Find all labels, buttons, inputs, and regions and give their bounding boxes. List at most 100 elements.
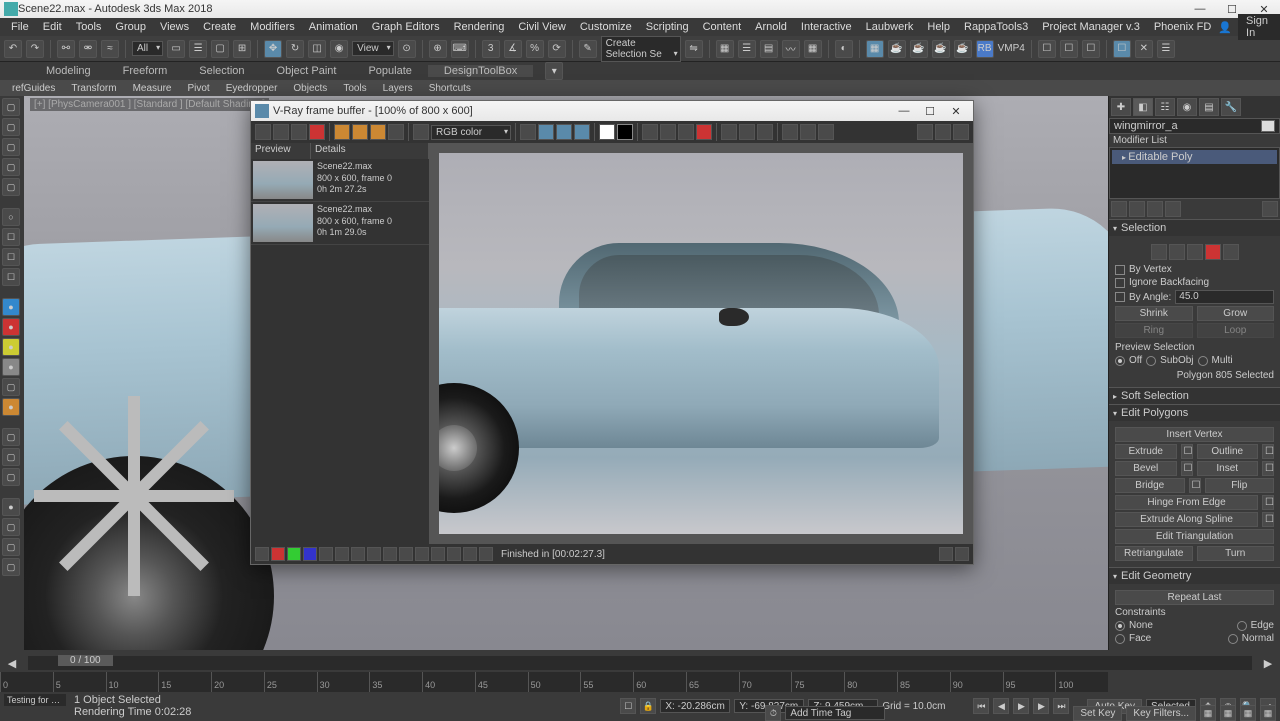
rendered-frame-button[interactable]: ☕ xyxy=(888,40,906,58)
vtool-4[interactable]: ▢ xyxy=(2,158,20,176)
vfb-copy-button[interactable] xyxy=(642,124,658,140)
vfb-channel-b[interactable] xyxy=(370,124,386,140)
object-color-swatch[interactable] xyxy=(1261,120,1275,132)
tool-4[interactable]: ☐ xyxy=(1113,40,1131,58)
vtool-17[interactable]: ▢ xyxy=(2,448,20,466)
pivot-center-button[interactable]: ⊙ xyxy=(398,40,416,58)
vfb-foot-10[interactable] xyxy=(399,547,413,561)
vfb-foot-dock[interactable] xyxy=(939,547,953,561)
tool-1[interactable]: ☐ xyxy=(1038,40,1056,58)
by-angle-checkbox[interactable] xyxy=(1115,292,1125,302)
vfb-channel-g[interactable] xyxy=(352,124,368,140)
vtool-22[interactable]: ▢ xyxy=(2,558,20,576)
menu-file[interactable]: File xyxy=(4,21,36,33)
tool-5[interactable]: ✕ xyxy=(1135,40,1153,58)
vfb-log-button[interactable] xyxy=(818,124,834,140)
bridge-settings[interactable]: ☐ xyxy=(1189,478,1201,493)
vtool-20[interactable]: ▢ xyxy=(2,518,20,536)
link-button[interactable]: ⚯ xyxy=(57,40,75,58)
vtool-10[interactable]: ● xyxy=(2,298,20,316)
constraint-normal-radio[interactable] xyxy=(1228,634,1238,644)
tab-objectpaint[interactable]: Object Paint xyxy=(261,65,353,77)
select-region-rect[interactable]: ▢ xyxy=(211,40,229,58)
render-activeshade-button[interactable]: ☕ xyxy=(954,40,972,58)
vfb-foot-1[interactable] xyxy=(255,547,269,561)
placement-button[interactable]: ◉ xyxy=(330,40,348,58)
menu-content[interactable]: Content xyxy=(696,21,749,33)
vfb-minimize[interactable]: — xyxy=(891,105,917,117)
vfb-foot-3[interactable] xyxy=(287,547,301,561)
bevel-settings[interactable]: ☐ xyxy=(1181,461,1193,476)
vfb-close[interactable]: ✕ xyxy=(943,105,969,118)
rollout-soft-selection-head[interactable]: ▸Soft Selection xyxy=(1109,388,1280,404)
vfb-foot-5[interactable] xyxy=(319,547,333,561)
move-button[interactable]: ✥ xyxy=(264,40,282,58)
rotate-button[interactable]: ↻ xyxy=(286,40,304,58)
vtool-8[interactable]: ☐ xyxy=(2,248,20,266)
history-row-0[interactable]: Scene22.max 800 x 600, frame 0 0h 2m 27.… xyxy=(251,159,429,202)
vfb-foot-15[interactable] xyxy=(479,547,493,561)
object-name-input[interactable] xyxy=(1114,120,1261,132)
menu-edit[interactable]: Edit xyxy=(36,21,69,33)
vtool-2[interactable]: ▢ xyxy=(2,118,20,136)
subbar-shortcuts[interactable]: Shortcuts xyxy=(421,83,479,94)
subbar-tools[interactable]: Tools xyxy=(335,83,374,94)
cp-tab-motion[interactable]: ◉ xyxy=(1177,98,1197,116)
edit-tri-button[interactable]: Edit Triangulation xyxy=(1115,529,1274,544)
snap-toggle-button[interactable]: 3 xyxy=(482,40,500,58)
tool-6[interactable]: ☰ xyxy=(1157,40,1175,58)
subobj-vertex-button[interactable] xyxy=(1151,244,1167,260)
extrude-button[interactable]: Extrude xyxy=(1115,444,1177,459)
repeat-last-button[interactable]: Repeat Last xyxy=(1115,590,1274,605)
subbar-objects[interactable]: Objects xyxy=(285,83,335,94)
vfb-foot-13[interactable] xyxy=(447,547,461,561)
menu-help[interactable]: Help xyxy=(920,21,957,33)
vfb-render2-button[interactable] xyxy=(935,124,951,140)
menu-grapheditors[interactable]: Graph Editors xyxy=(365,21,447,33)
stack-editable-poly[interactable]: ▸ Editable Poly xyxy=(1112,150,1277,164)
timeline-next[interactable]: ▶ xyxy=(1256,657,1280,670)
menu-laubwerk[interactable]: Laubwerk xyxy=(859,21,921,33)
bevel-button[interactable]: Bevel xyxy=(1115,461,1177,476)
turn-button[interactable]: Turn xyxy=(1197,546,1275,561)
time-ruler[interactable]: 0510152025303540455055606570758085909510… xyxy=(0,672,1108,692)
vfb-stop2-button[interactable] xyxy=(696,124,712,140)
signin-button[interactable]: Sign In xyxy=(1238,14,1280,40)
menu-modifiers[interactable]: Modifiers xyxy=(243,21,302,33)
subobj-element-button[interactable] xyxy=(1223,244,1239,260)
constraint-none-radio[interactable] xyxy=(1115,621,1125,631)
vfb-region-button[interactable] xyxy=(538,124,554,140)
percent-snap-button[interactable]: % xyxy=(526,40,544,58)
tab-modeling[interactable]: Modeling xyxy=(30,65,107,77)
redo-button[interactable]: ↷ xyxy=(26,40,44,58)
vfb-foot-14[interactable] xyxy=(463,547,477,561)
vfb-foot-expand[interactable] xyxy=(955,547,969,561)
insert-vertex-button[interactable]: Insert Vertex xyxy=(1115,427,1274,442)
ribbon-minimize-button[interactable]: ▾ xyxy=(545,62,563,80)
vfb-save-button[interactable] xyxy=(255,124,271,140)
stack-configure-button[interactable] xyxy=(1262,201,1278,217)
keyfilters-button[interactable]: Key Filters... xyxy=(1126,706,1196,721)
menu-group[interactable]: Group xyxy=(108,21,153,33)
toggle-layer-button[interactable]: ▤ xyxy=(760,40,778,58)
vfb-channel-r[interactable] xyxy=(334,124,350,140)
layer-explorer-button[interactable]: ☰ xyxy=(738,40,756,58)
extrude-spline-settings[interactable]: ☐ xyxy=(1262,512,1274,527)
preview-subobj-radio[interactable] xyxy=(1146,356,1156,366)
subobj-edge-button[interactable] xyxy=(1169,244,1185,260)
minimize-button[interactable]: — xyxy=(1188,3,1212,16)
vfb-menu-button[interactable] xyxy=(413,124,429,140)
coord-system-dropdown[interactable]: View xyxy=(352,41,394,56)
vfb-channel-mono[interactable] xyxy=(388,124,404,140)
vfb-compare-button[interactable] xyxy=(660,124,676,140)
rollout-edit-polygons-head[interactable]: ▾Edit Polygons xyxy=(1109,405,1280,421)
stack-pin-button[interactable] xyxy=(1111,201,1127,217)
select-name-button[interactable]: ☰ xyxy=(189,40,207,58)
rb-button[interactable]: RB xyxy=(976,40,994,58)
bind-button[interactable]: ≈ xyxy=(101,40,119,58)
undo-button[interactable]: ↶ xyxy=(4,40,22,58)
shrink-button[interactable]: Shrink xyxy=(1115,306,1193,321)
menu-interactive[interactable]: Interactive xyxy=(794,21,859,33)
vfb-pan-button[interactable] xyxy=(739,124,755,140)
setkey-button[interactable]: Set Key xyxy=(1073,706,1122,721)
